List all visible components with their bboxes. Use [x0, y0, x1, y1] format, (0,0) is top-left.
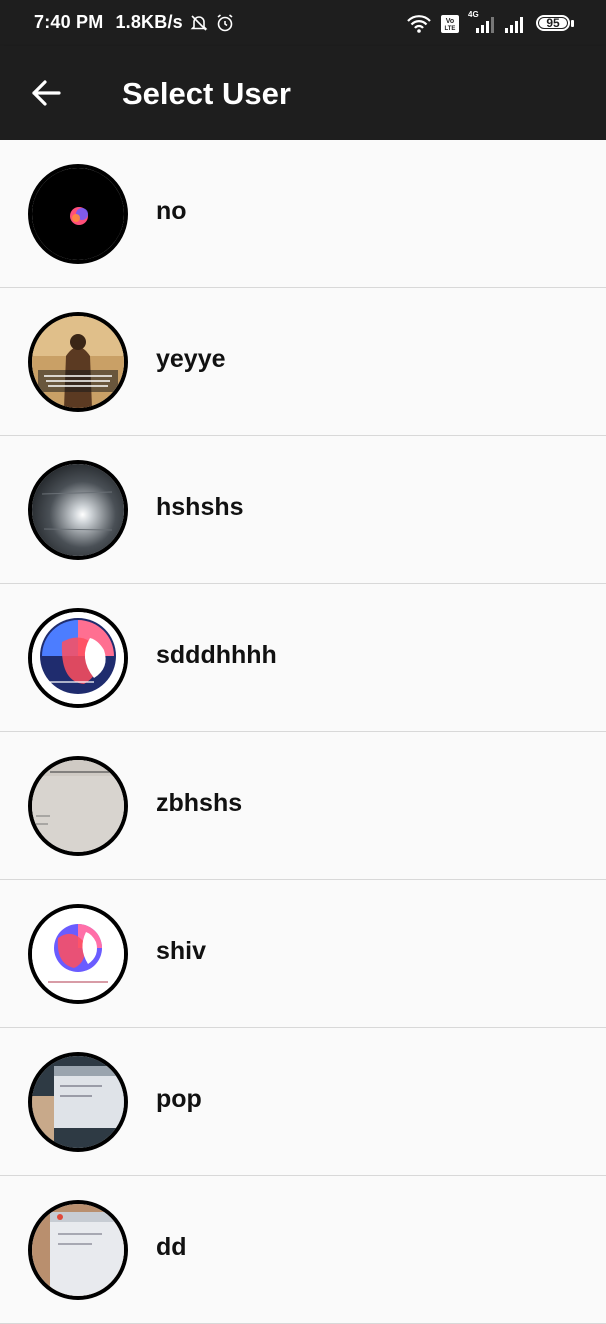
user-avatar: [28, 608, 128, 708]
user-name: hshshs: [156, 493, 244, 521]
signal-icon: [476, 17, 494, 33]
svg-text:Vo: Vo: [446, 18, 454, 25]
battery-level: 95: [546, 16, 560, 30]
status-speed: 1.8KB/s: [115, 12, 183, 32]
status-time: 7:40 PM: [34, 12, 104, 32]
user-item-yeyye[interactable]: yeyye: [0, 288, 606, 436]
user-item-sdddhhhh[interactable]: sdddhhhh: [0, 584, 606, 732]
user-avatar: [28, 904, 128, 1004]
muted-bell-icon: [190, 14, 208, 31]
user-name: yeyye: [156, 345, 226, 373]
status-right: Vo LTE 4G 95: [406, 10, 576, 34]
svg-text:LTE: LTE: [445, 26, 456, 32]
status-left: 7:40 PM 1.8KB/s: [34, 12, 235, 33]
status-bar: 7:40 PM 1.8KB/s Vo LTE 4G 95: [0, 0, 606, 46]
signal-4g: 4G: [468, 10, 496, 34]
signal-icon-2: [505, 17, 523, 33]
alarm-icon: [217, 13, 233, 31]
wifi-icon: [407, 15, 431, 33]
user-avatar: [28, 164, 128, 264]
user-list[interactable]: no yeyye hshshs sdddhhhh zbhshs shiv pop…: [0, 140, 606, 1324]
user-avatar: [28, 1052, 128, 1152]
user-item-dd[interactable]: dd: [0, 1176, 606, 1324]
back-button[interactable]: [22, 69, 70, 117]
user-avatar: [28, 312, 128, 412]
user-avatar: [28, 460, 128, 560]
user-name: pop: [156, 1085, 202, 1113]
page-title: Select User: [122, 76, 291, 111]
user-item-zbhshs[interactable]: zbhshs: [0, 732, 606, 880]
user-item-shiv[interactable]: shiv: [0, 880, 606, 1028]
user-item-no[interactable]: no: [0, 140, 606, 288]
user-name: no: [156, 197, 187, 225]
volte-icon: Vo LTE: [441, 15, 459, 33]
arrow-left-icon: [32, 80, 61, 106]
user-avatar: [28, 1200, 128, 1300]
battery-indicator: 95: [536, 15, 576, 33]
user-name: dd: [156, 1233, 187, 1261]
user-name: sdddhhhh: [156, 641, 277, 669]
user-name: zbhshs: [156, 789, 243, 817]
user-avatar: [28, 756, 128, 856]
user-name: shiv: [156, 937, 207, 965]
user-item-pop[interactable]: pop: [0, 1028, 606, 1176]
app-bar: Select User: [0, 46, 606, 140]
user-item-hshshs[interactable]: hshshs: [0, 436, 606, 584]
